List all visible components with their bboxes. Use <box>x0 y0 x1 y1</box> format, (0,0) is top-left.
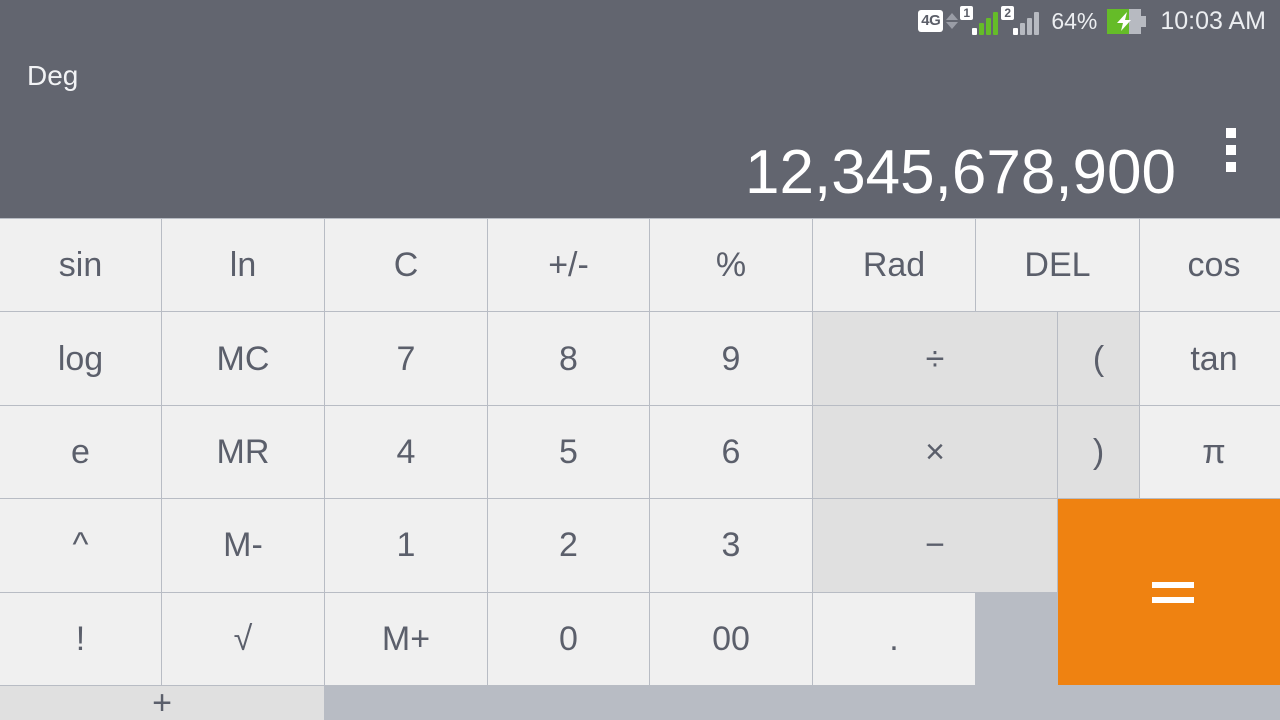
battery-percent-label: 64% <box>1051 7 1098 34</box>
key-decimal[interactable]: . <box>813 592 975 685</box>
status-bar: 4G 1 2 64% 10:03 AM <box>0 0 1280 42</box>
key-7[interactable]: 7 <box>325 312 487 405</box>
sim2-signal-icon: 2 <box>1001 6 1040 35</box>
key-percent[interactable]: % <box>650 219 812 312</box>
key-pi[interactable]: π <box>1140 405 1280 499</box>
key-9[interactable]: 9 <box>650 312 812 405</box>
key-00[interactable]: 00 <box>650 592 812 685</box>
key-close-paren[interactable]: ) <box>1058 405 1139 499</box>
key-open-paren[interactable]: ( <box>1058 312 1139 405</box>
display-result: 12,345,678,900 <box>745 138 1176 207</box>
key-sin[interactable]: sin <box>0 219 161 312</box>
sim1-label: 1 <box>960 6 973 20</box>
key-factorial[interactable]: ! <box>0 592 161 685</box>
key-log[interactable]: log <box>0 312 161 405</box>
angle-mode-label: Deg <box>27 60 79 91</box>
calculator-app: 4G 1 2 64% 10:03 AM Deg 12,345,678,900 s… <box>0 0 1280 720</box>
key-memory-recall[interactable]: MR <box>162 405 324 499</box>
sim2-label: 2 <box>1001 6 1014 20</box>
key-ln[interactable]: ln <box>162 219 324 312</box>
key-clear[interactable]: C <box>325 219 487 312</box>
calculator-display: Deg 12,345,678,900 <box>0 42 1280 218</box>
sim1-signal-icon: 1 <box>960 6 999 35</box>
key-sqrt[interactable]: √ <box>162 592 324 685</box>
key-equals[interactable] <box>1058 499 1280 685</box>
key-memory-clear[interactable]: MC <box>162 312 324 405</box>
key-delete[interactable]: DEL <box>976 219 1139 312</box>
data-transfer-arrows-icon <box>946 13 959 29</box>
key-3[interactable]: 3 <box>650 499 812 592</box>
key-sign-toggle[interactable]: +/- <box>488 219 649 312</box>
key-4[interactable]: 4 <box>325 405 487 499</box>
key-cos[interactable]: cos <box>1140 219 1280 312</box>
key-8[interactable]: 8 <box>488 312 649 405</box>
network-indicator: 4G <box>918 10 960 32</box>
overflow-menu-icon[interactable] <box>1220 122 1242 178</box>
key-5[interactable]: 5 <box>488 405 649 499</box>
equals-glyph-icon <box>1152 581 1194 603</box>
key-rad[interactable]: Rad <box>813 219 975 312</box>
key-2[interactable]: 2 <box>488 499 649 592</box>
key-tan[interactable]: tan <box>1140 312 1280 405</box>
key-e[interactable]: e <box>0 405 161 499</box>
network-type-badge: 4G <box>918 10 944 32</box>
battery-charging-icon <box>1107 8 1147 34</box>
key-multiply[interactable]: × <box>813 405 1057 499</box>
key-0[interactable]: 0 <box>488 592 649 685</box>
key-add[interactable]: + <box>0 686 324 720</box>
key-1[interactable]: 1 <box>325 499 487 592</box>
key-power[interactable]: ^ <box>0 499 161 592</box>
status-bar-clock: 10:03 AM <box>1160 6 1266 35</box>
key-memory-subtract[interactable]: M- <box>162 499 324 592</box>
key-6[interactable]: 6 <box>650 405 812 499</box>
key-subtract[interactable]: − <box>813 499 1057 592</box>
key-divide[interactable]: ÷ <box>813 312 1057 405</box>
calculator-keypad: sin ln C +/- % Rad DEL cos log MC 7 8 9 … <box>0 218 1280 720</box>
key-memory-add[interactable]: M+ <box>325 592 487 685</box>
